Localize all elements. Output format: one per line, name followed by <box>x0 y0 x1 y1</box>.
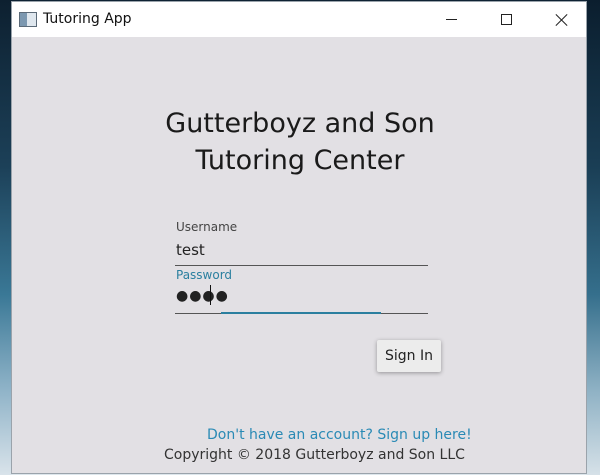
text-caret <box>210 285 211 305</box>
page-title: Gutterboyz and Son Tutoring Center <box>12 105 588 179</box>
copyright-text: Copyright © 2018 Gutterboyz and Son LLC <box>164 447 465 463</box>
maximize-icon <box>500 14 512 25</box>
title-line-1: Gutterboyz and Son <box>165 108 435 139</box>
password-focus-indicator <box>221 312 381 314</box>
password-field[interactable]: ●●●● <box>176 288 229 304</box>
username-label: Username <box>176 220 238 234</box>
close-button[interactable] <box>538 2 586 37</box>
minimize-button[interactable] <box>427 2 475 37</box>
username-underline <box>175 265 428 266</box>
username-field[interactable]: test <box>176 241 205 259</box>
title-line-2: Tutoring Center <box>195 145 405 176</box>
sign-in-button[interactable]: Sign In <box>377 340 441 372</box>
app-window-icon <box>19 12 37 27</box>
title-bar[interactable]: Tutoring App <box>12 2 586 37</box>
window-title: Tutoring App <box>43 11 132 27</box>
desktop-background-right <box>586 0 600 475</box>
app-window: Tutoring App Gutterboyz and Son Tutoring… <box>11 1 587 474</box>
minimize-icon <box>445 19 457 20</box>
close-icon <box>555 13 569 27</box>
password-label: Password <box>176 268 233 282</box>
maximize-button[interactable] <box>482 2 530 37</box>
sign-up-link[interactable]: Don't have an account? Sign up here! <box>207 427 472 443</box>
